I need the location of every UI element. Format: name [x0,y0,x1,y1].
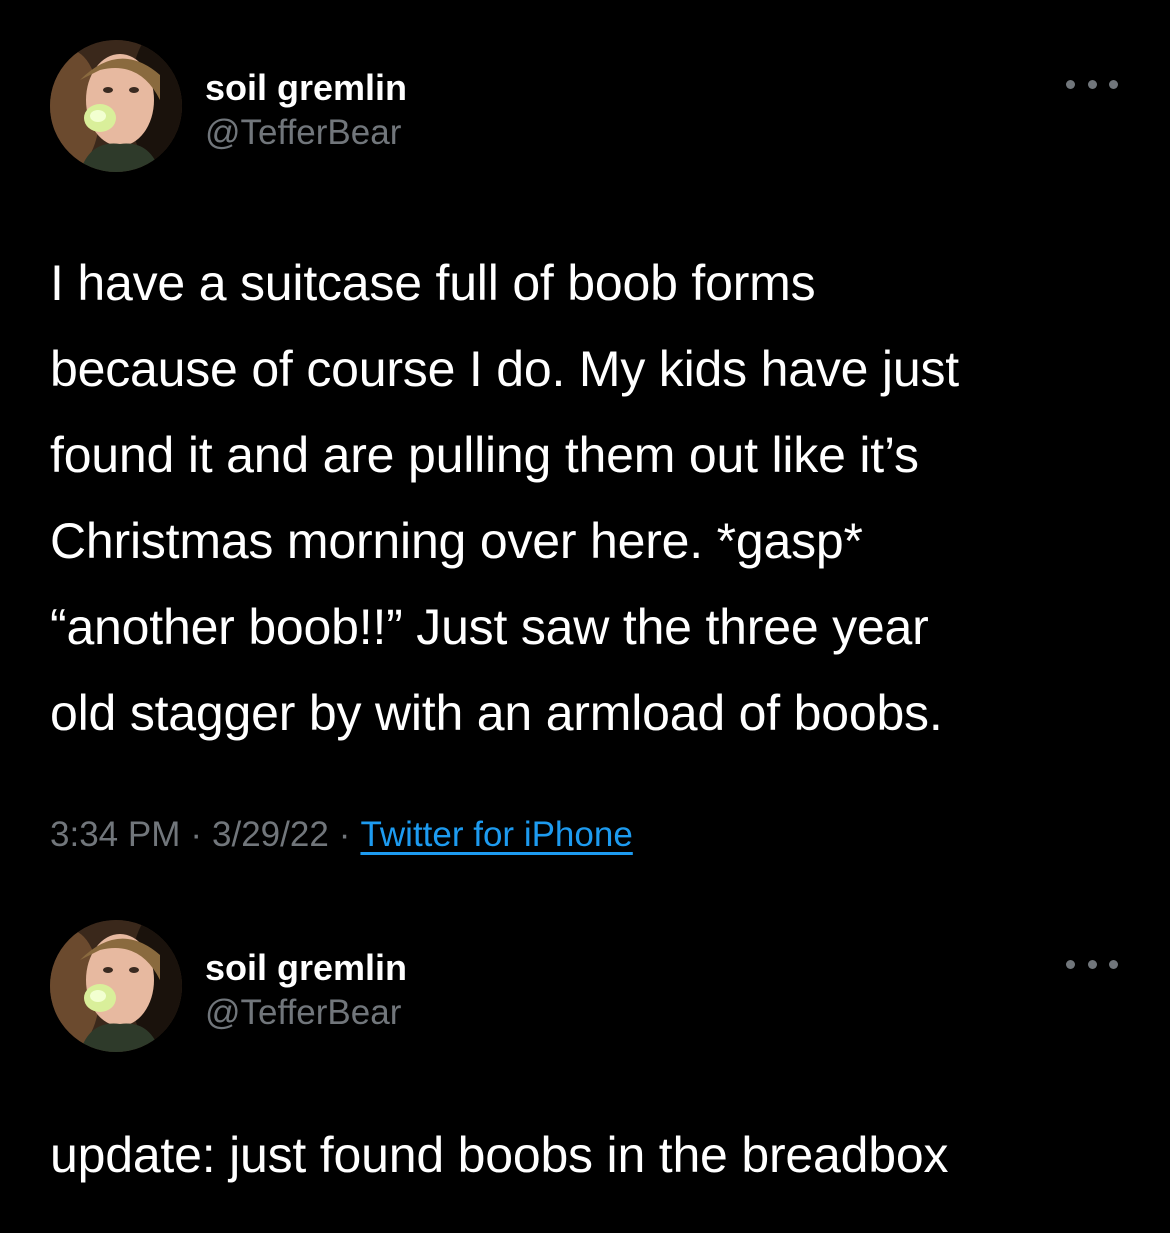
profile-photo-image [50,920,182,1052]
author-handle[interactable]: @TefferBear [205,993,401,1033]
dot [1087,959,1097,969]
dot [1087,79,1097,89]
author-name[interactable]: soil gremlin [205,67,407,109]
dot [1066,959,1075,969]
more-options-icon[interactable] [1066,70,1118,98]
tweet-source-link[interactable]: Twitter for iPhone [360,815,632,854]
tweet-time[interactable]: 3:34 PM [50,815,180,854]
tweet-text: update: just found boobs in the breadbox [50,1127,949,1183]
tweet-date[interactable]: 3/29/22 [212,815,329,854]
more-options-icon[interactable] [1066,950,1118,978]
dot [1066,79,1075,89]
dot [1109,79,1118,89]
author-name[interactable]: soil gremlin [205,947,407,989]
dot [1109,959,1118,969]
avatar[interactable] [50,920,182,1052]
tweet-metadata: 3:34 PM · 3/29/22 · Twitter for iPhone [50,815,633,855]
separator: · [190,815,203,854]
tweet-text: I have a suitcase full of boob forms bec… [50,255,959,741]
author-handle[interactable]: @TefferBear [205,113,401,153]
avatar[interactable] [50,40,182,172]
separator: · [338,815,351,854]
profile-photo-image [50,40,182,172]
